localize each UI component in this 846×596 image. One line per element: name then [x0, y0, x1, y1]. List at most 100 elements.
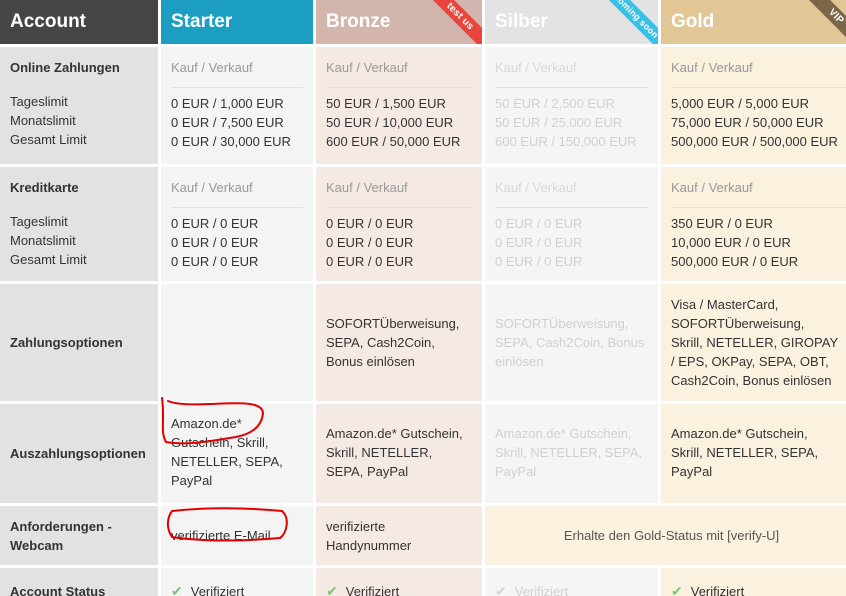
status-text: Verifiziert [345, 583, 400, 596]
account-comparison-table: Account Starter Bronze test us Silber co… [0, 0, 846, 596]
limit-value: 50 EUR / 25,000 EUR [495, 115, 623, 130]
option-line: NETELLER, SEPA, [171, 454, 283, 469]
limit-labels: Tageslimit Monatslimit Gesamt Limit [10, 92, 148, 149]
option-line: PayPal [495, 464, 537, 479]
kredit-starter: Kauf / Verkauf 0 EUR / 0 EUR 0 EUR / 0 E… [161, 167, 313, 281]
status-starter: ✔ Verifiziert [161, 568, 313, 596]
option-line: Visa / MasterCard, [671, 297, 779, 312]
requirements-title: Anforderungen - Webcam [10, 518, 112, 553]
account-status-title: Account Status [10, 583, 106, 596]
row-label-status: Account Status [0, 568, 158, 596]
anforderung-bronze: verifizierte Handynummer [316, 506, 482, 565]
limit-value: 0 EUR / 0 EUR [326, 216, 414, 231]
total-limit-label: Gesamt Limit [10, 132, 87, 147]
online-starter: Kauf / Verkauf 0 EUR / 1,000 EUR 0 EUR /… [161, 47, 313, 164]
header-starter-label: Starter [171, 11, 233, 32]
monthly-limit-label: Monatslimit [10, 113, 76, 128]
mode-label: Kauf / Verkauf [495, 180, 577, 195]
check-icon: ✔ [326, 582, 338, 596]
option-line: Skrill, NETELLER, [326, 445, 433, 460]
limit-value: 5,000 EUR / 5,000 EUR [671, 96, 810, 111]
anforderung-silber-gold: Erhalte den Gold-Status mit [verify-U] [485, 506, 846, 565]
option-line: SEPA, PayPal [326, 464, 409, 479]
option-line: Amazon.de* Gutschein, [671, 426, 808, 441]
monthly-limit-label: Monatslimit [10, 233, 76, 248]
mode-label: Kauf / Verkauf [671, 60, 753, 75]
header-starter: Starter [161, 0, 313, 44]
status-bronze: ✔ Verifiziert [316, 568, 482, 596]
option-line: PayPal [671, 464, 713, 479]
mode-label: Kauf / Verkauf [171, 60, 253, 75]
online-payments-title: Online Zahlungen [10, 60, 120, 75]
gold-status-cta-text: Erhalte den Gold-Status mit [verify-U] [563, 528, 780, 543]
header-account-label: Account [10, 11, 86, 32]
row-label-zahlungsoptionen: Zahlungsoptionen [0, 284, 158, 401]
payout-options-title: Auszahlungsoptionen [10, 446, 146, 461]
limit-value: 50 EUR / 1,500 EUR [326, 96, 446, 111]
auszahlung-bronze: Amazon.de* Gutschein, Skrill, NETELLER, … [316, 404, 482, 503]
row-label-kreditkarte: Kreditkarte Tageslimit Monatslimit Gesam… [0, 167, 158, 281]
total-limit-label: Gesamt Limit [10, 252, 87, 267]
header-gold: Gold VIP [661, 0, 846, 44]
requirement-text: verifizierte E-Mail [171, 528, 271, 543]
option-line: Skrill, NETELLER, SEPA, [495, 445, 643, 460]
zahlung-starter [161, 284, 313, 401]
option-line: Skrill, NETELLER, GIROPAY [671, 335, 839, 350]
online-silber: Kauf / Verkauf 50 EUR / 2,500 EUR 50 EUR… [485, 47, 658, 164]
limit-value: 0 EUR / 0 EUR [326, 235, 414, 250]
zahlung-silber: SOFORTÜberweisung, SEPA, Cash2Coin, Bonu… [485, 284, 658, 401]
auszahlung-gold: Amazon.de* Gutschein, Skrill, NETELLER, … [661, 404, 846, 503]
check-icon: ✔ [495, 582, 507, 596]
check-icon: ✔ [671, 582, 683, 596]
vip-ribbon: VIP [798, 0, 846, 44]
status-text: Verifiziert [690, 583, 745, 596]
limit-value: 0 EUR / 0 EUR [495, 235, 583, 250]
kredit-silber: Kauf / Verkauf 0 EUR / 0 EUR 0 EUR / 0 E… [485, 167, 658, 281]
coming-soon-ribbon: coming soon [598, 0, 658, 44]
limit-value: 500,000 EUR / 500,000 EUR [671, 134, 838, 149]
check-icon: ✔ [171, 582, 183, 596]
limit-value: 0 EUR / 0 EUR [171, 216, 259, 231]
status-text: Verifiziert [514, 583, 569, 596]
limit-value: 75,000 EUR / 50,000 EUR [671, 115, 824, 130]
option-line: einlösen [495, 354, 544, 369]
mode-label: Kauf / Verkauf [326, 180, 408, 195]
mode-label: Kauf / Verkauf [671, 180, 753, 195]
limit-value: 0 EUR / 0 EUR [171, 254, 259, 269]
credit-card-title: Kreditkarte [10, 180, 79, 195]
option-line: Amazon.de* [171, 416, 242, 431]
daily-limit-label: Tageslimit [10, 94, 68, 109]
header-silber: Silber coming soon [485, 0, 658, 44]
requirement-line: Handynummer [326, 537, 412, 553]
auszahlung-silber: Amazon.de* Gutschein, Skrill, NETELLER, … [485, 404, 658, 503]
header-gold-label: Gold [671, 11, 715, 32]
row-label-auszahlungsoptionen: Auszahlungsoptionen [0, 404, 158, 503]
test-us-ribbon: test us [422, 0, 482, 44]
limit-value: 0 EUR / 7,500 EUR [171, 115, 284, 130]
header-silber-label: Silber [495, 11, 548, 32]
limit-value: 0 EUR / 0 EUR [495, 216, 583, 231]
limit-value: 10,000 EUR / 0 EUR [671, 235, 791, 250]
limit-value: 600 EUR / 50,000 EUR [326, 134, 461, 149]
status-gold: ✔ Verifiziert [661, 568, 846, 596]
header-bronze: Bronze test us [316, 0, 482, 44]
row-label-online: Online Zahlungen Tageslimit Monatslimit … [0, 47, 158, 164]
row-label-anforderungen: Anforderungen - Webcam [0, 506, 158, 565]
option-line: PayPal [171, 473, 213, 488]
payment-options-title: Zahlungsoptionen [10, 335, 123, 350]
option-line: SEPA, Cash2Coin, [326, 335, 435, 350]
option-line: / EPS, OKPay, SEPA, OBT, [671, 354, 829, 369]
limit-value: 0 EUR / 1,000 EUR [171, 96, 284, 111]
option-line: Skrill, NETELLER, SEPA, [671, 445, 819, 460]
option-line: SOFORTÜberweisung, [326, 316, 460, 331]
option-line: SEPA, Cash2Coin, Bonus [495, 335, 645, 350]
zahlung-gold: Visa / MasterCard, SOFORTÜberweisung, Sk… [661, 284, 846, 401]
option-line: Amazon.de* Gutschein, [326, 426, 463, 441]
requirement-line: verifizierte [326, 518, 386, 534]
kredit-bronze: Kauf / Verkauf 0 EUR / 0 EUR 0 EUR / 0 E… [316, 167, 482, 281]
limit-value: 500,000 EUR / 0 EUR [671, 254, 799, 269]
limit-value: 0 EUR / 0 EUR [326, 254, 414, 269]
option-line: Bonus einlösen [326, 354, 415, 369]
daily-limit-label: Tageslimit [10, 214, 68, 229]
limit-value: 350 EUR / 0 EUR [671, 216, 773, 231]
